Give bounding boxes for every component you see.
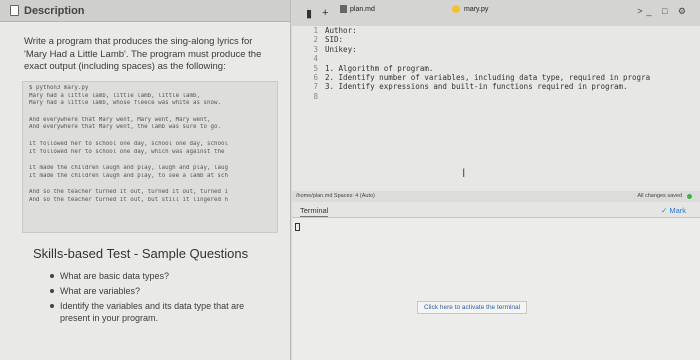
add-tab-icon[interactable]: + bbox=[322, 7, 328, 19]
code-line[interactable]: 2. Identify number of variables, includi… bbox=[325, 73, 695, 82]
output-line: $ python3 mary.py bbox=[29, 85, 89, 91]
question-item: What are basic data types? bbox=[50, 270, 270, 282]
output-line: Mary had a little lamb, little lamb, lit… bbox=[29, 92, 201, 99]
sample-questions-list: What are basic data types? What are varia… bbox=[50, 270, 270, 327]
terminal-tab[interactable]: Terminal bbox=[300, 206, 329, 217]
python-file-icon bbox=[452, 5, 460, 13]
save-status: All changes saved bbox=[637, 193, 682, 199]
expected-output-codebox: $ python3 mary.py Mary had a little lamb,… bbox=[22, 81, 278, 233]
terminal-tab-bar: Terminal ✓ Mark bbox=[292, 202, 700, 218]
status-path: /home/plan.md Spaces: 4 (Auto) bbox=[296, 193, 375, 199]
line-number: 8 bbox=[313, 91, 318, 101]
markdown-file-icon bbox=[340, 5, 347, 13]
line-number-gutter: 12345678 bbox=[306, 26, 318, 101]
output-line: It made the children laugh and play, to … bbox=[29, 172, 228, 179]
output-line: And so the teacher turned it out, but st… bbox=[29, 196, 228, 203]
saved-indicator-icon bbox=[687, 194, 692, 199]
mark-button[interactable]: ✓ Mark bbox=[661, 206, 686, 215]
line-number: 4 bbox=[313, 54, 318, 64]
text-cursor-icon: I bbox=[462, 166, 466, 180]
description-paragraph: Write a program that produces the sing-a… bbox=[24, 36, 262, 72]
description-tab[interactable]: Description bbox=[10, 5, 85, 17]
status-bar: /home/plan.md Spaces: 4 (Auto) All chang… bbox=[292, 191, 700, 202]
code-line[interactable]: SID: bbox=[325, 35, 695, 44]
line-number: 6 bbox=[313, 73, 318, 83]
toolbar-icons[interactable]: >_ □ ⚙ bbox=[637, 6, 690, 17]
output-line: Mary had a little lamb, whose fleece was… bbox=[29, 100, 221, 107]
line-number: 3 bbox=[313, 44, 318, 54]
line-number: 2 bbox=[313, 35, 318, 45]
code-editor[interactable]: 12345678 Author: SID: Unikey: 1. Algorithm … bbox=[292, 26, 700, 191]
question-item: What are variables? bbox=[50, 285, 270, 297]
terminal-cursor bbox=[295, 223, 300, 231]
code-line[interactable]: 1. Algorithm of program. bbox=[325, 64, 695, 73]
editor-code[interactable]: Author: SID: Unikey: 1. Algorithm of progra… bbox=[325, 26, 695, 101]
output-line: And so the teacher turned it out, turned… bbox=[29, 189, 228, 196]
ide-pane: ▮ + plan.md mary.py >_ □ ⚙ 12345678 Auth… bbox=[292, 0, 700, 360]
output-line: It followed her to school one day, which… bbox=[29, 148, 225, 155]
description-tab-label: Description bbox=[24, 4, 85, 17]
description-pane: Description Write a program that produce… bbox=[0, 0, 291, 360]
output-line: And everywhere that Mary went, the lamb … bbox=[29, 124, 221, 131]
description-header: Description bbox=[0, 0, 290, 22]
terminal-area[interactable]: Click here to activate the terminal bbox=[292, 218, 700, 360]
output-line: It followed her to school one day, schoo… bbox=[29, 140, 228, 147]
line-number: 1 bbox=[313, 26, 318, 35]
tab-mary-py[interactable]: mary.py bbox=[452, 5, 488, 13]
code-line[interactable]: Author: bbox=[325, 26, 695, 35]
tab-plan-md[interactable]: plan.md bbox=[340, 5, 375, 13]
code-line[interactable] bbox=[325, 92, 695, 101]
document-icon bbox=[10, 5, 19, 16]
activate-terminal-button[interactable]: Click here to activate the terminal bbox=[417, 301, 528, 314]
code-line[interactable] bbox=[325, 54, 695, 63]
skills-test-title: Skills-based Test - Sample Questions bbox=[33, 246, 249, 261]
editor-tab-bar: ▮ + plan.md mary.py >_ □ ⚙ bbox=[292, 0, 700, 26]
question-item: Identify the variables and its data type… bbox=[50, 300, 270, 324]
tab-plan-md-label: plan.md bbox=[350, 5, 375, 13]
code-line[interactable]: Unikey: bbox=[325, 45, 695, 54]
sidebar-toggle-icon[interactable]: ▮ bbox=[306, 7, 312, 20]
line-number: 5 bbox=[313, 63, 318, 73]
tab-mary-py-label: mary.py bbox=[464, 5, 489, 13]
code-line[interactable]: 3. Identify expressions and built-in fun… bbox=[325, 82, 695, 91]
line-number: 7 bbox=[313, 82, 318, 92]
output-line: And everywhere that Mary went, Mary went… bbox=[29, 116, 211, 123]
output-line: It made the children laugh and play, lau… bbox=[29, 165, 228, 172]
